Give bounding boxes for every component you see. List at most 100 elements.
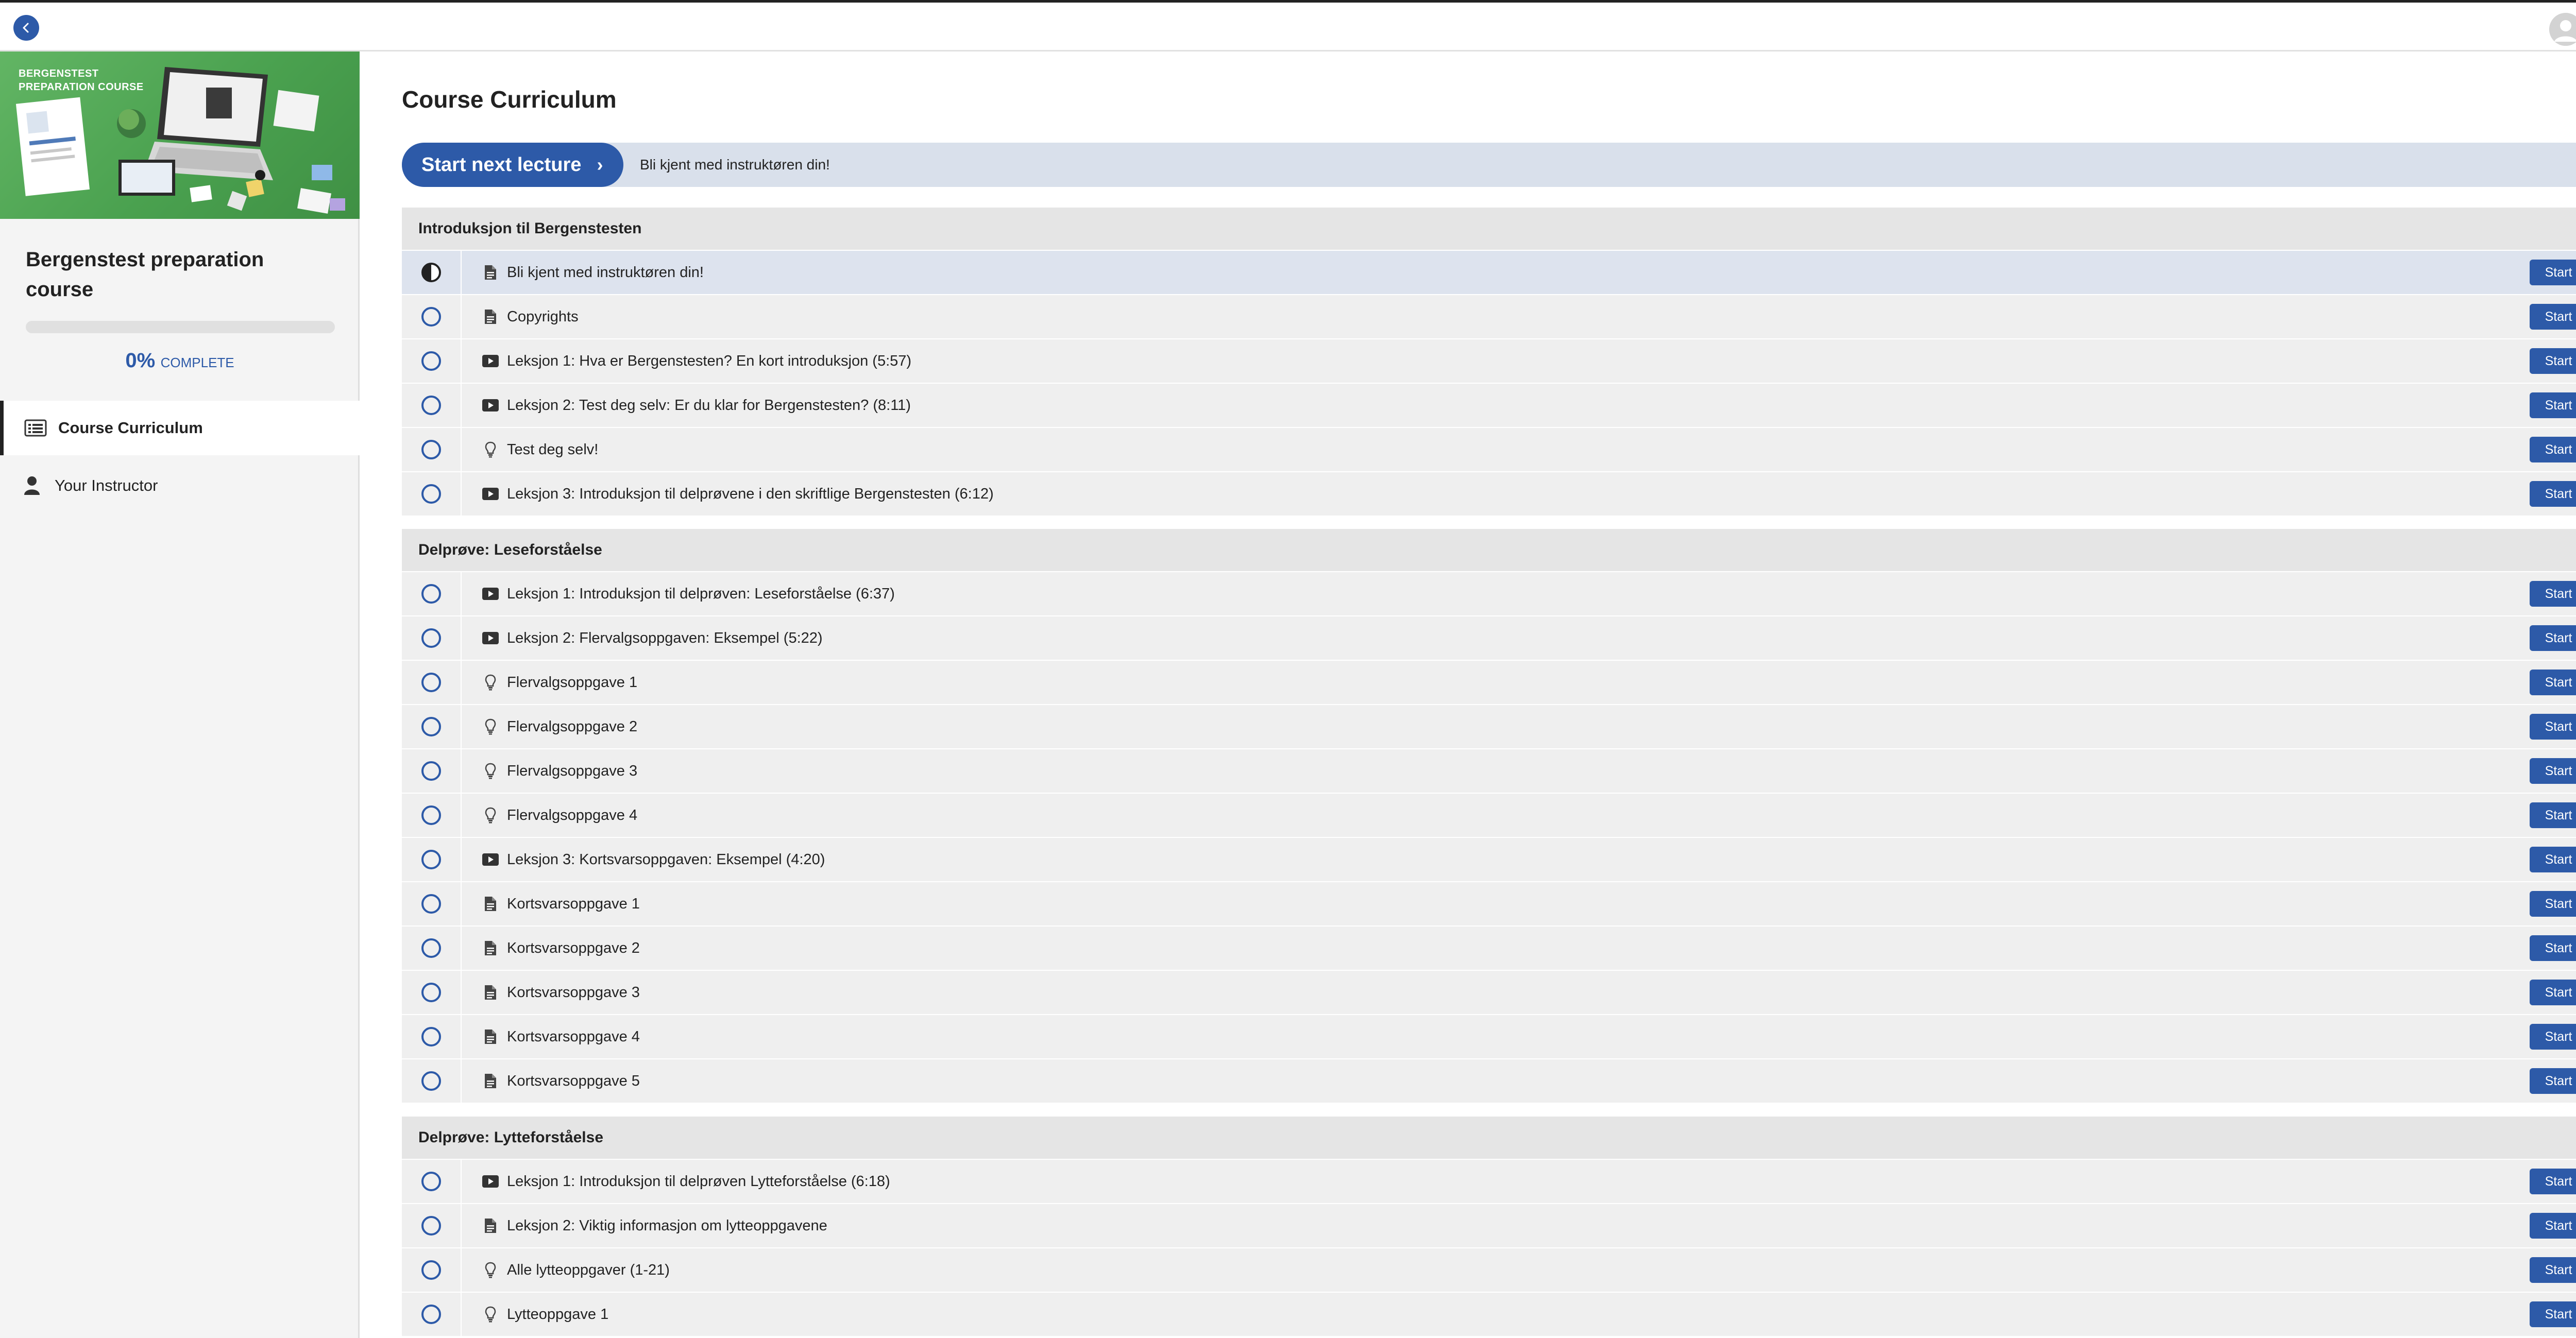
progress-label: COMPLETE: [160, 355, 234, 370]
lecture-status: [402, 838, 462, 881]
lecture-title: Copyrights: [507, 308, 579, 325]
course-thumbnail: BERGENSTEST PREPARATION COURSE: [0, 52, 360, 219]
lecture-item[interactable]: Leksjon 3: Kortsvarsoppgaven: Eksempel (…: [402, 837, 2576, 881]
back-button[interactable]: [13, 15, 39, 41]
lecture-status: [402, 1204, 462, 1247]
lecture-item[interactable]: Kortsvarsoppgave 3 Start: [402, 970, 2576, 1014]
lecture-title: Kortsvarsoppgave 4: [507, 1028, 640, 1045]
start-button[interactable]: Start: [2530, 1213, 2576, 1239]
lecture-title: Leksjon 1: Introduksjon til delprøven: L…: [507, 585, 895, 602]
lecture-title: Flervalgsoppgave 4: [507, 807, 638, 824]
lecture-item[interactable]: Alle lytteoppgaver (1-21) Start: [402, 1247, 2576, 1292]
lecture-item[interactable]: Lytteoppgave 1 Start: [402, 1292, 2576, 1336]
curriculum-section: Delprøve: Leseforståelse Leksjon 1: Intro…: [402, 529, 2576, 1103]
start-button[interactable]: Start: [2530, 935, 2576, 961]
start-button[interactable]: Start: [2530, 348, 2576, 374]
lecture-item[interactable]: Leksjon 1: Introduksjon til delprøven Ly…: [402, 1159, 2576, 1203]
lecture-title: Leksjon 1: Introduksjon til delprøven Ly…: [507, 1173, 890, 1190]
start-button[interactable]: Start: [2530, 392, 2576, 418]
lecture-item[interactable]: Kortsvarsoppgave 4 Start: [402, 1014, 2576, 1058]
lightbulb-icon: [481, 763, 500, 779]
start-button[interactable]: Start: [2530, 481, 2576, 507]
start-button[interactable]: Start: [2530, 260, 2576, 285]
lecture-title: Kortsvarsoppgave 5: [507, 1072, 640, 1089]
start-button[interactable]: Start: [2530, 714, 2576, 740]
lecture-item[interactable]: Flervalgsoppgave 1 Start: [402, 660, 2576, 704]
lecture-status: [402, 927, 462, 970]
user-avatar[interactable]: [2549, 13, 2576, 46]
lecture-item[interactable]: Kortsvarsoppgave 5 Start: [402, 1058, 2576, 1103]
sidebar-item-your-instructor[interactable]: Your Instructor: [0, 458, 360, 513]
lecture-status: [402, 1015, 462, 1058]
lecture-title: Leksjon 2: Viktig informasjon om lytteop…: [507, 1217, 827, 1234]
start-button[interactable]: Start: [2530, 625, 2576, 651]
start-button[interactable]: Start: [2530, 758, 2576, 784]
circle-outline-icon: [421, 673, 441, 692]
circle-outline-icon: [421, 1216, 441, 1236]
video-icon: [481, 399, 500, 412]
sidebar-item-course-curriculum[interactable]: Course Curriculum: [0, 401, 360, 455]
half-circle-icon: [421, 263, 441, 282]
start-button[interactable]: Start: [2530, 980, 2576, 1005]
start-button[interactable]: Start: [2530, 891, 2576, 917]
lecture-item[interactable]: Kortsvarsoppgave 1 Start: [402, 881, 2576, 925]
lecture-item[interactable]: Leksjon 2: Viktig informasjon om lytteop…: [402, 1203, 2576, 1247]
lecture-status: [402, 882, 462, 925]
lecture-title: Leksjon 3: Introduksjon til delprøvene i…: [507, 485, 994, 502]
circle-outline-icon: [421, 850, 441, 869]
start-button[interactable]: Start: [2530, 1301, 2576, 1327]
lightbulb-icon: [481, 441, 500, 458]
lecture-title: Flervalgsoppgave 2: [507, 718, 638, 735]
lightbulb-icon: [481, 674, 500, 691]
lecture-item[interactable]: Leksjon 3: Introduksjon til delprøvene i…: [402, 471, 2576, 516]
lecture-title: Bli kjent med instruktøren din!: [507, 264, 704, 281]
document-icon: [481, 896, 500, 912]
lecture-status: [402, 384, 462, 427]
lecture-item[interactable]: Kortsvarsoppgave 2 Start: [402, 925, 2576, 970]
start-button[interactable]: Start: [2530, 304, 2576, 330]
lecture-item[interactable]: Flervalgsoppgave 2 Start: [402, 704, 2576, 748]
document-icon: [481, 940, 500, 956]
lecture-status: [402, 661, 462, 704]
circle-outline-icon: [421, 894, 441, 914]
lecture-item[interactable]: Leksjon 2: Flervalgsoppgaven: Eksempel (…: [402, 615, 2576, 660]
lecture-item[interactable]: Bli kjent med instruktøren din! Start: [402, 250, 2576, 294]
circle-outline-icon: [421, 351, 441, 371]
curriculum-list-icon: [21, 419, 50, 437]
lecture-item[interactable]: Test deg selv! Start: [402, 427, 2576, 471]
start-button[interactable]: Start: [2530, 437, 2576, 462]
lecture-item[interactable]: Copyrights Start: [402, 294, 2576, 338]
lecture-item[interactable]: Flervalgsoppgave 4 Start: [402, 793, 2576, 837]
video-icon: [481, 853, 500, 866]
document-icon: [481, 1073, 500, 1089]
lecture-title: Leksjon 3: Kortsvarsoppgaven: Eksempel (…: [507, 851, 825, 868]
lecture-status: [402, 251, 462, 294]
start-button[interactable]: Start: [2530, 670, 2576, 695]
start-button[interactable]: Start: [2530, 1169, 2576, 1194]
video-icon: [481, 587, 500, 601]
start-button[interactable]: Start: [2530, 847, 2576, 872]
lecture-status: [402, 1248, 462, 1292]
start-button[interactable]: Start: [2530, 1068, 2576, 1094]
document-icon: [481, 984, 500, 1001]
start-button[interactable]: Start: [2530, 802, 2576, 828]
next-lecture-title[interactable]: Bli kjent med instruktøren din!: [640, 143, 830, 187]
start-button[interactable]: Start: [2530, 581, 2576, 607]
start-button[interactable]: Start: [2530, 1257, 2576, 1283]
lecture-item[interactable]: Flervalgsoppgave 3 Start: [402, 748, 2576, 793]
lecture-item[interactable]: Leksjon 2: Test deg selv: Er du klar for…: [402, 383, 2576, 427]
lecture-title: Leksjon 1: Hva er Bergenstesten? En kort…: [507, 352, 912, 369]
section-title: Delprøve: Lytteforståelse: [402, 1117, 2576, 1159]
lightbulb-icon: [481, 718, 500, 735]
start-button[interactable]: Start: [2530, 1024, 2576, 1050]
next-lecture-bar: Start next lecture › Bli kjent med instr…: [402, 143, 2576, 187]
lecture-title: Lytteoppgave 1: [507, 1306, 609, 1323]
lecture-title: Leksjon 2: Test deg selv: Er du klar for…: [507, 397, 911, 414]
sidebar-item-label: Your Instructor: [55, 476, 158, 494]
lecture-item[interactable]: Leksjon 1: Introduksjon til delprøven: L…: [402, 571, 2576, 615]
start-next-lecture-button[interactable]: Start next lecture ›: [402, 143, 623, 187]
lecture-status: [402, 971, 462, 1014]
circle-outline-icon: [421, 1027, 441, 1047]
lecture-status: [402, 749, 462, 793]
lecture-item[interactable]: Leksjon 1: Hva er Bergenstesten? En kort…: [402, 338, 2576, 383]
